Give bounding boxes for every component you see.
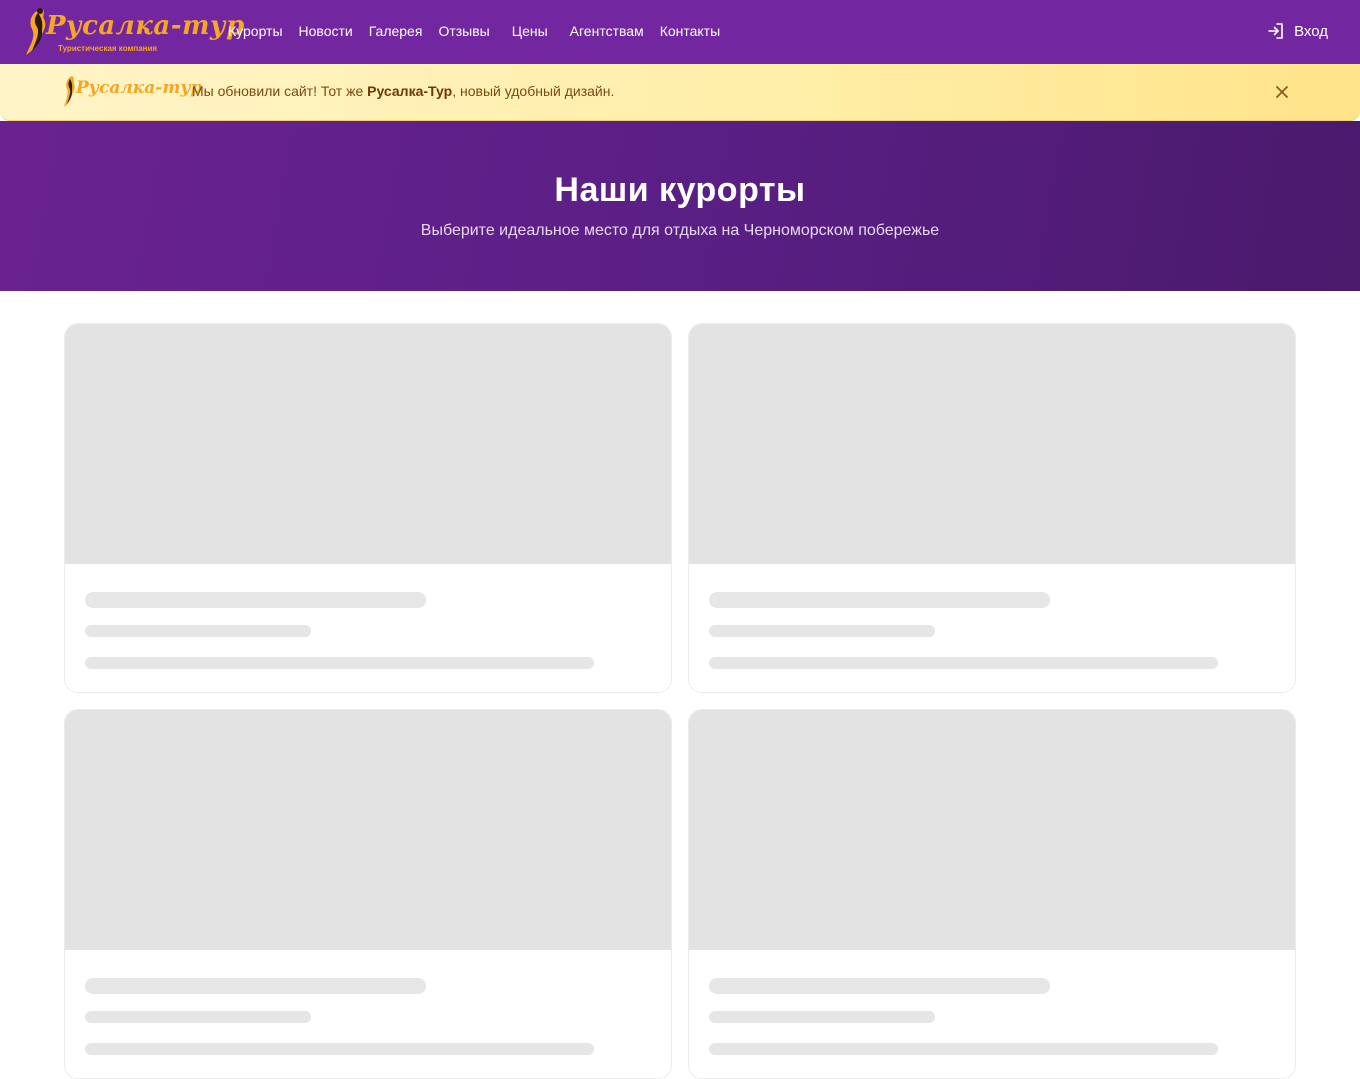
nav-item-contacts[interactable]: Контакты: [660, 22, 720, 40]
login-button[interactable]: Вход: [1266, 21, 1328, 41]
skeleton-line: [85, 978, 426, 994]
skeleton-line: [85, 657, 594, 669]
skeleton-line: [85, 1011, 311, 1023]
login-icon: [1268, 23, 1283, 39]
site-logo[interactable]: Русалка-тур Туристическая компания: [22, 5, 244, 59]
card-image-placeholder: [689, 710, 1295, 950]
nav-item-reviews[interactable]: Отзывы: [438, 22, 489, 40]
card-image-placeholder: [65, 710, 671, 950]
notice-message: Мы обновили сайт! Тот же Русалка-Тур, но…: [192, 83, 614, 99]
skeleton-line: [85, 625, 311, 637]
resort-card-skeleton: [64, 709, 672, 1079]
skeleton-line: [85, 1043, 594, 1055]
nav-item-gallery[interactable]: Галерея: [369, 22, 423, 40]
main-nav: Курорты Новости Галерея Отзывы Цены Аген…: [228, 22, 736, 40]
login-label: Вход: [1294, 22, 1328, 40]
skeleton-line: [709, 978, 1050, 994]
logo-wordmark: Русалка-тур: [46, 11, 245, 41]
page-title: Наши курорты: [554, 171, 806, 209]
card-image-placeholder: [65, 324, 671, 564]
skeleton-line: [709, 1043, 1218, 1055]
logo-subtitle: Туристическая компания: [58, 44, 158, 53]
skeleton-line: [709, 625, 935, 637]
notice-text-brand: Русалка-Тур: [367, 83, 453, 99]
notice-logo-wordmark: Русалка-тур: [76, 78, 203, 98]
nav-item-agencies[interactable]: Агентствам: [570, 22, 644, 40]
skeleton-line: [85, 592, 426, 608]
site-header: Русалка-тур Туристическая компания Курор…: [0, 0, 1360, 64]
nav-item-news[interactable]: Новости: [299, 22, 353, 40]
skeleton-line: [709, 1011, 935, 1023]
nav-item-resorts[interactable]: Курорты: [228, 22, 283, 40]
skeleton-line: [709, 592, 1050, 608]
hero-section: Наши курорты Выберите идеальное место дл…: [0, 121, 1360, 291]
card-image-placeholder: [689, 324, 1295, 564]
close-icon[interactable]: [1274, 84, 1290, 100]
notice-text-after: , новый удобный дизайн.: [452, 83, 615, 99]
page-subtitle: Выберите идеальное место для отдыха на Ч…: [420, 222, 940, 239]
resort-card-skeleton: [64, 323, 672, 693]
notice-logo: Русалка-тур: [62, 74, 202, 110]
resort-card-skeleton: [688, 709, 1296, 1079]
resort-card-skeleton: [688, 323, 1296, 693]
skeleton-line: [709, 657, 1218, 669]
notice-text-before: Мы обновили сайт! Тот же: [192, 83, 368, 99]
update-notice-banner: Русалка-тур Мы обновили сайт! Тот же Рус…: [0, 64, 1360, 121]
nav-item-prices[interactable]: Цены: [512, 22, 548, 40]
